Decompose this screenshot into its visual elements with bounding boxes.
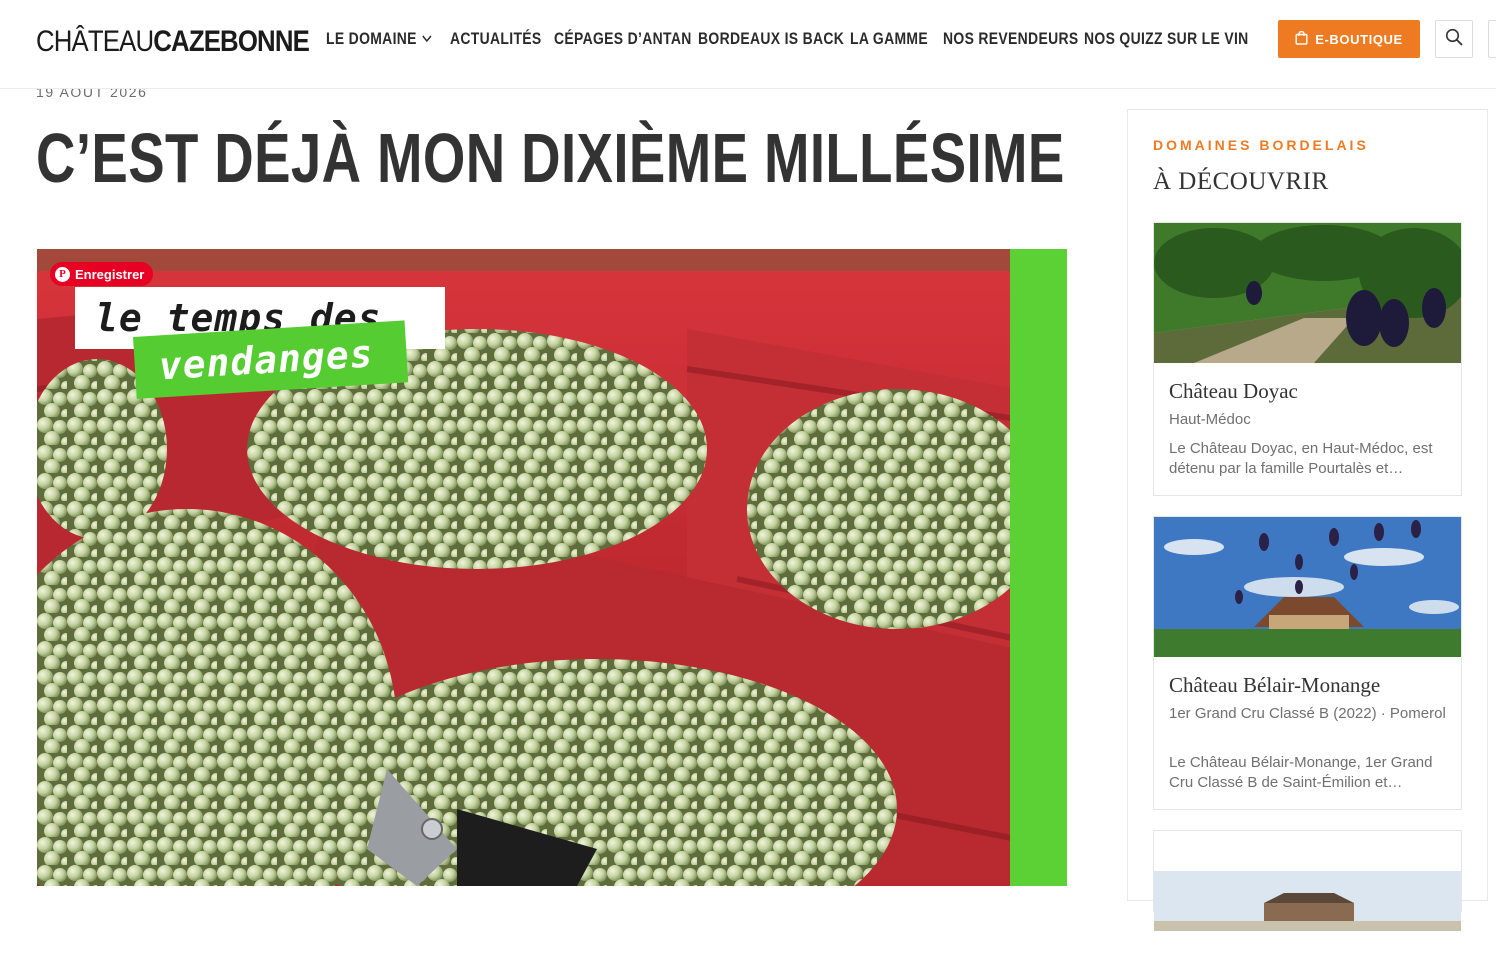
eboutique-button[interactable]: E-BOUTIQUE — [1278, 20, 1420, 58]
search-button[interactable] — [1435, 20, 1473, 58]
nav-item-label: Actualités — [450, 29, 542, 48]
sidebar-heading: À DÉCOUVRIR — [1153, 168, 1329, 195]
nav-item-nos-revendeurs[interactable]: Nos revendeurs — [943, 26, 1079, 52]
vineyard-thumbnail — [1154, 223, 1461, 363]
logo-text-bold: CAZEBONNE — [153, 25, 310, 58]
card-title: Château Bélair-Monange — [1169, 673, 1381, 697]
nav-item-label: Cépages d’antan — [554, 29, 692, 48]
card-description: Le Château Bélair-Monange, 1er Grand Cru… — [1169, 754, 1433, 791]
nav-item-label: Nos Quizz sur le vin — [1084, 29, 1249, 48]
nav-item-la-gamme[interactable]: La Gamme — [850, 26, 928, 52]
nav-item-nos-quizz[interactable]: Nos Quizz sur le vin — [1084, 26, 1249, 52]
nav-item-label: Nos revendeurs — [943, 29, 1079, 48]
card-title: Château Doyac — [1169, 379, 1298, 403]
pinterest-save-label: Enregistrer — [75, 266, 145, 282]
article-title: C’EST DÉJÀ MON DIXIÈME MILLÉSIME — [36, 119, 1065, 197]
article-hero-image: P Enregistrer le temps des vendanges — [37, 249, 1067, 886]
nav-item-actualites[interactable]: Actualités — [450, 26, 542, 52]
card-subtitle: 1er Grand Cru Classé B (2022) · Pomerol — [1169, 705, 1446, 722]
chateau-sky-thumbnail — [1154, 517, 1461, 657]
pinterest-icon: P — [55, 266, 70, 282]
nav-item-label: Bordeaux is back — [698, 29, 845, 48]
domain-card-doyac[interactable]: Château Doyac Haut-Médoc Le Château Doya… — [1153, 222, 1462, 496]
domain-card-3[interactable] — [1153, 830, 1462, 931]
chevron-down-icon — [422, 35, 432, 43]
menu-button[interactable] — [1488, 20, 1496, 58]
pinterest-save-button[interactable]: P Enregistrer — [50, 262, 154, 286]
nav-item-label: Le Domaine — [326, 29, 417, 48]
search-icon — [1445, 28, 1463, 51]
nav-item-bordeaux-is-back[interactable]: Bordeaux is back — [698, 26, 844, 52]
shopping-bag-icon — [1295, 30, 1308, 48]
green-accent-band — [1010, 249, 1067, 886]
logo-text-light: CHÂTEAU — [36, 25, 154, 58]
nav-item-label: La Gamme — [850, 29, 929, 48]
sidebar-kicker: DOMAINES BORDELAIS — [1153, 137, 1369, 153]
sidebar-widget: DOMAINES BORDELAIS À DÉCOUVRIR Château D… — [1127, 109, 1488, 931]
eboutique-label: E-BOUTIQUE — [1315, 31, 1403, 47]
site-header: CHÂTEAUCAZEBONNE Le Domaine Actualités C… — [0, 0, 1496, 89]
nav-item-le-domaine[interactable]: Le Domaine — [326, 26, 432, 52]
domain-card-belair-monange[interactable]: Château Bélair-Monange 1er Grand Cru Cla… — [1153, 516, 1462, 810]
card-subtitle: Haut-Médoc — [1169, 411, 1251, 428]
card-description: Le Château Doyac, en Haut-Médoc, est dét… — [1169, 440, 1433, 477]
nav-item-cepages-dantan[interactable]: Cépages d’antan — [554, 26, 692, 52]
site-logo[interactable]: CHÂTEAUCAZEBONNE — [36, 22, 310, 62]
chateau-thumbnail — [1154, 871, 1461, 931]
